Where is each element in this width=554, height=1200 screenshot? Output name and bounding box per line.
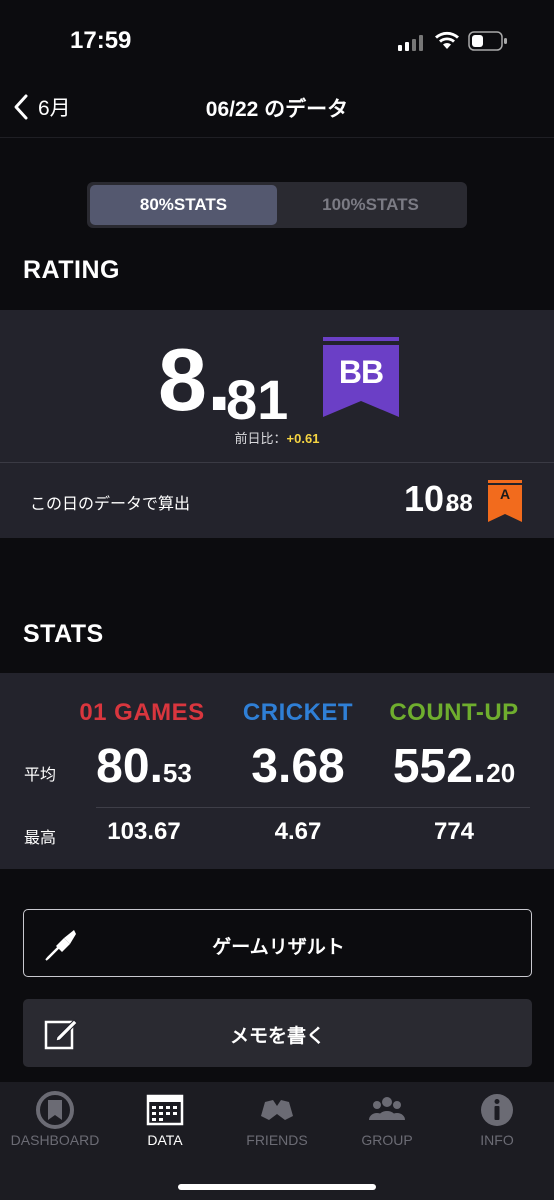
tab-friends[interactable]: FRIENDS xyxy=(222,1090,332,1148)
tab-80-stats[interactable]: 80%STATS xyxy=(90,185,277,225)
calc-rating-label: この日のデータで算出 xyxy=(30,496,191,513)
rating-diff-label: 前日比： xyxy=(234,431,287,446)
game-result-label: ゲームリザルト xyxy=(212,937,345,958)
tab-data-label: DATA xyxy=(147,1132,183,1148)
max-01: 103.67 xyxy=(107,818,181,845)
rating-class-badge: BB xyxy=(338,354,384,390)
divider xyxy=(96,807,530,808)
tab-100-stats[interactable]: 100%STATS xyxy=(277,185,464,225)
calc-class-badge: A xyxy=(499,486,511,502)
avg-row-label: 平均 xyxy=(24,767,57,784)
group-icon xyxy=(369,1097,405,1120)
game-result-button[interactable]: ゲームリザルト xyxy=(23,909,532,977)
info-icon xyxy=(481,1094,513,1126)
rating-section-title: RATING xyxy=(23,256,120,284)
wifi-icon xyxy=(435,31,459,49)
avg-cricket: 3.68 xyxy=(208,739,388,794)
stats-section-title: STATS xyxy=(23,620,104,648)
avg-01: 80.53 xyxy=(54,739,234,794)
stats-mode-toggle: 80%STATS 100%STATS xyxy=(87,182,467,228)
tab-group[interactable]: GROUP xyxy=(332,1090,442,1148)
stats-header-cricket-label: CRICKET xyxy=(242,699,354,726)
tab-friends-label: FRIENDS xyxy=(246,1132,308,1148)
tab-data[interactable]: DATA xyxy=(110,1090,220,1148)
signal-icon xyxy=(398,35,423,51)
rating-value-int: 8. xyxy=(158,330,232,429)
status-time: 17:59 xyxy=(70,27,132,54)
max-countup: 774 xyxy=(433,818,475,845)
home-indicator xyxy=(178,1184,376,1190)
battery-icon xyxy=(468,31,507,51)
divider xyxy=(0,462,554,463)
stats-header-countup-label: COUNT-UP xyxy=(389,699,519,726)
stats-header-01-label: 01 GAMES xyxy=(79,699,205,726)
calc-rating-dec: 88 xyxy=(446,490,473,517)
max-cricket: 4.67 xyxy=(274,818,322,845)
write-memo-button[interactable]: メモを書く xyxy=(23,999,532,1067)
friends-icon xyxy=(261,1100,293,1120)
tab-info-label: INFO xyxy=(480,1132,514,1148)
avg-countup: 552.20 xyxy=(364,739,544,794)
stats-card: 01 GAMES CRICKET COUNT-UP 平均 80.53 3.68 … xyxy=(0,673,554,869)
tab-bar: DASHBOARD DATA FRIENDS GROUP INFO xyxy=(0,1082,554,1200)
tab-dashboard[interactable]: DASHBOARD xyxy=(0,1090,110,1148)
stats-header-01: 01 GAMES xyxy=(52,699,232,727)
page-title: 06/22 のデータ xyxy=(205,98,349,121)
tab-info[interactable]: INFO xyxy=(442,1090,552,1148)
stats-header-countup: COUNT-UP xyxy=(364,699,544,727)
rating-diff: 前日比：+0.61 xyxy=(0,428,554,447)
tab-dashboard-label: DASHBOARD xyxy=(10,1132,100,1148)
rating-card: 8. 81 BB 前日比：+0.61 この日のデータで算出 10. 88 A xyxy=(0,310,554,538)
dashboard-icon xyxy=(36,1091,74,1129)
nav-bar: 6月 06/22 のデータ xyxy=(0,80,554,138)
avg-01-dec: 53 xyxy=(162,758,192,788)
tab-group-label: GROUP xyxy=(361,1132,413,1148)
avg-countup-dec: 20 xyxy=(486,758,516,788)
avg-01-int: 80. xyxy=(96,740,163,793)
status-bar: 17:59 xyxy=(0,0,554,80)
avg-cricket-int: 3.68 xyxy=(251,740,345,793)
rating-diff-value: +0.61 xyxy=(286,431,320,446)
stats-header-cricket: CRICKET xyxy=(208,699,388,727)
write-memo-label: メモを書く xyxy=(229,1026,325,1047)
max-row-label: 最高 xyxy=(24,830,57,847)
calendar-icon xyxy=(146,1094,184,1126)
avg-countup-int: 552. xyxy=(392,740,487,793)
